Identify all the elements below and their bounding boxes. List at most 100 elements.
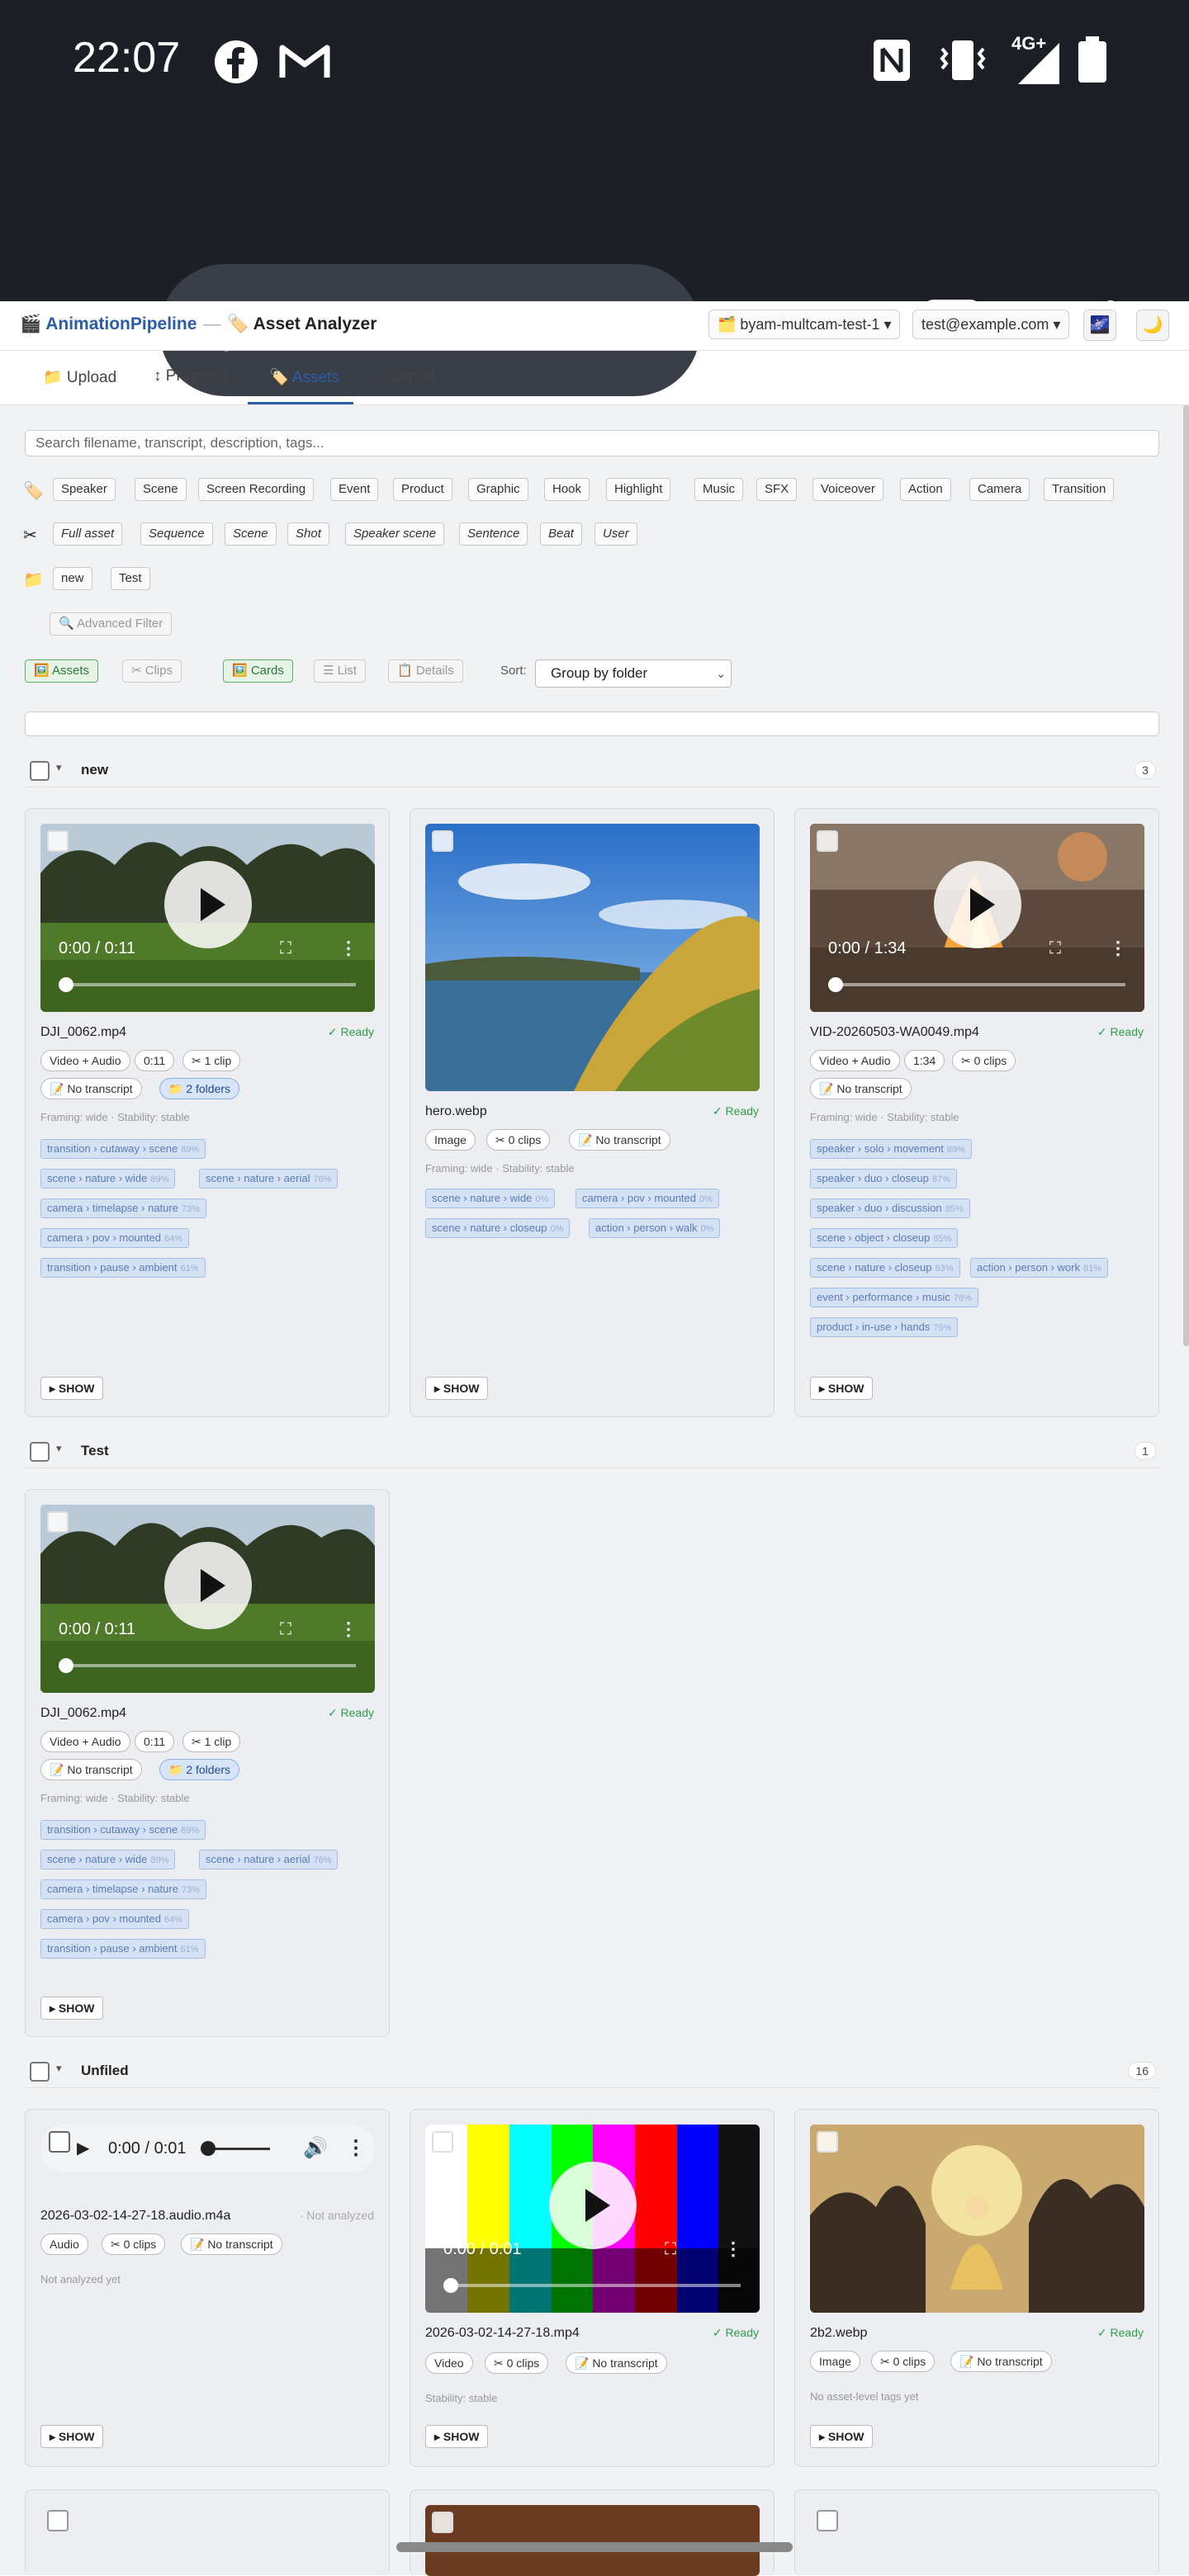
- app-brand[interactable]: 🎬 AnimationPipeline — 🏷️ Asset Analyzer: [20, 314, 377, 334]
- select-checkbox[interactable]: [817, 830, 838, 852]
- transcript-chip[interactable]: 📝 No transcript: [950, 2351, 1052, 2372]
- clips-chip[interactable]: ✂ 0 clips: [486, 1129, 551, 1151]
- filter-chip[interactable]: Scene: [135, 478, 187, 501]
- dark-mode-button[interactable]: 🌙: [1136, 310, 1169, 341]
- asset-card[interactable]: 0:00 / 1:34 ⛶ ⋮ VID-20260503-WA0049.mp4 …: [794, 808, 1159, 1417]
- tab-upload[interactable]: 📁 Upload: [43, 367, 116, 387]
- show-details-button[interactable]: ▸ SHOW: [425, 1377, 489, 1400]
- filter-chip[interactable]: SFX: [756, 478, 798, 501]
- ai-tag[interactable]: transition › cutaway › scene 89%: [40, 1820, 206, 1840]
- asset-card[interactable]: [410, 2489, 775, 2576]
- scope-chip[interactable]: Sentence: [459, 522, 528, 546]
- asset-card[interactable]: 0:00 / 0:11 ⛶ ⋮ DJI_0062.mp4 ✓ Ready Vid…: [25, 808, 390, 1417]
- audio-play-icon[interactable]: ▶: [77, 2138, 89, 2158]
- select-checkbox[interactable]: [49, 2131, 70, 2153]
- transcript-chip[interactable]: 📝 No transcript: [810, 1078, 912, 1099]
- tab-assets[interactable]: 🏷️ Assets: [269, 367, 339, 387]
- user-select[interactable]: test@example.com ▾: [912, 310, 1070, 339]
- progress-track[interactable]: [59, 1664, 356, 1667]
- tab-progress[interactable]: ↕ Progress: [154, 367, 229, 385]
- filter-chip[interactable]: Hook: [544, 478, 590, 501]
- ai-tag[interactable]: scene › nature › closeup 83%: [810, 1258, 960, 1278]
- show-details-button[interactable]: ▸ SHOW: [810, 2425, 874, 2448]
- ai-tag[interactable]: event › performance › music 78%: [810, 1288, 978, 1307]
- filter-chip[interactable]: Music: [694, 478, 744, 501]
- ai-tag[interactable]: speaker › solo › movement 89%: [810, 1139, 972, 1159]
- ai-tag[interactable]: scene › nature › wide 89%: [40, 1169, 176, 1189]
- scope-chip[interactable]: Sequence: [140, 522, 213, 546]
- filter-chip[interactable]: Product: [393, 478, 452, 501]
- clips-chip[interactable]: ✂ 0 clips: [952, 1050, 1016, 1071]
- video-more-icon[interactable]: ⋮: [339, 1619, 358, 1640]
- project-select[interactable]: 🗂️ byam-multcam-test-1 ▾: [708, 310, 901, 339]
- tab-export[interactable]: ↓ Export: [378, 367, 436, 385]
- progress-knob[interactable]: [59, 977, 73, 992]
- transcript-chip[interactable]: 📝 No transcript: [40, 1759, 142, 1780]
- asset-card[interactable]: [794, 2489, 1159, 2575]
- advanced-filter-button[interactable]: 🔍 Advanced Filter: [50, 612, 173, 636]
- audio-progress-knob[interactable]: [201, 2141, 216, 2156]
- video-player[interactable]: 0:00 / 0:11 ⛶ ⋮: [40, 1505, 375, 1693]
- folder-chip[interactable]: new: [53, 567, 92, 590]
- group-checkbox[interactable]: [30, 2062, 50, 2082]
- select-checkbox[interactable]: [47, 2510, 69, 2531]
- show-details-button[interactable]: ▸ SHOW: [425, 2425, 489, 2448]
- volume-icon[interactable]: 🔊: [303, 2136, 328, 2160]
- filter-chip[interactable]: Camera: [969, 478, 1030, 501]
- ai-tag[interactable]: transition › pause › ambient 61%: [40, 1939, 206, 1959]
- ai-tag[interactable]: scene › nature › closeup 0%: [425, 1218, 571, 1238]
- asset-card[interactable]: hero.webp ✓ Ready Image ✂ 0 clips 📝 No t…: [410, 808, 775, 1417]
- select-checkbox[interactable]: [432, 830, 453, 852]
- progress-knob[interactable]: [828, 977, 843, 992]
- clips-chip[interactable]: ✂ 1 clip: [182, 1050, 241, 1071]
- collapse-caret-icon[interactable]: ▾: [56, 761, 62, 774]
- group-checkbox[interactable]: [30, 1442, 50, 1462]
- list-view-button[interactable]: ☰ List: [314, 659, 366, 683]
- filter-chip[interactable]: Speaker: [53, 478, 116, 501]
- ai-tag[interactable]: action › person › work 81%: [970, 1258, 1109, 1278]
- fullscreen-icon[interactable]: ⛶: [280, 1620, 291, 1639]
- progress-track[interactable]: [443, 2284, 741, 2287]
- ai-tag[interactable]: scene › nature › wide 0%: [425, 1189, 556, 1208]
- play-button[interactable]: [164, 1542, 252, 1629]
- asset-card[interactable]: ▶ 0:00 / 0:01 🔊 ⋮ 2026-03-02-14-27-18.au…: [25, 2109, 390, 2467]
- asset-card[interactable]: 2b2.webp ✓ Ready Image ✂ 0 clips 📝 No tr…: [794, 2109, 1159, 2467]
- select-checkbox[interactable]: [432, 2131, 453, 2153]
- image-preview[interactable]: [425, 824, 760, 1091]
- ai-tag[interactable]: scene › object › closeup 85%: [810, 1228, 959, 1248]
- ai-tag[interactable]: product › in-use › hands 75%: [810, 1317, 959, 1337]
- filter-chip[interactable]: Event: [330, 478, 379, 501]
- show-details-button[interactable]: ▸ SHOW: [810, 1377, 874, 1400]
- scope-chip[interactable]: Full asset: [53, 522, 123, 546]
- video-more-icon[interactable]: ⋮: [724, 2238, 742, 2260]
- folders-chip[interactable]: 📁 2 folders: [159, 1078, 240, 1099]
- video-player[interactable]: 0:00 / 0:11 ⛶ ⋮: [40, 824, 375, 1012]
- folders-chip[interactable]: 📁 2 folders: [159, 1759, 240, 1780]
- transcript-chip[interactable]: 📝 No transcript: [181, 2233, 282, 2255]
- ai-tag[interactable]: camera › timelapse › nature 73%: [40, 1879, 206, 1899]
- filter-chip[interactable]: Graphic: [468, 478, 528, 501]
- scope-chip[interactable]: Beat: [540, 522, 582, 546]
- audio-player[interactable]: ▶ 0:00 / 0:01 🔊 ⋮: [40, 2125, 375, 2172]
- ai-tag[interactable]: scene › nature › aerial 76%: [199, 1169, 339, 1189]
- ai-tag[interactable]: camera › pov › mounted 64%: [40, 1909, 190, 1929]
- fullscreen-icon[interactable]: ⛶: [665, 2240, 676, 2259]
- video-player[interactable]: 0:00 / 1:34 ⛶ ⋮: [810, 824, 1144, 1012]
- ai-tag[interactable]: action › person › walk 0%: [589, 1218, 721, 1238]
- filter-chip[interactable]: Transition: [1044, 478, 1115, 501]
- ai-tag[interactable]: speaker › duo › closeup 87%: [810, 1169, 957, 1189]
- show-details-button[interactable]: ▸ SHOW: [40, 2425, 104, 2448]
- cards-view-button[interactable]: 🖼️ Cards: [223, 659, 293, 683]
- select-checkbox[interactable]: [817, 2510, 838, 2531]
- show-details-button[interactable]: ▸ SHOW: [40, 1997, 104, 2020]
- search-input[interactable]: Search filename, transcript, description…: [25, 430, 1159, 456]
- video-more-icon[interactable]: ⋮: [1109, 938, 1127, 959]
- ai-tag[interactable]: camera › pov › mounted 0%: [576, 1189, 719, 1208]
- clips-chip[interactable]: ✂ 0 clips: [485, 2352, 549, 2374]
- folder-chip[interactable]: Test: [111, 567, 150, 590]
- video-player[interactable]: 0:00 / 0:01 ⛶ ⋮: [425, 2125, 760, 2313]
- galaxy-theme-button[interactable]: 🌌: [1083, 310, 1116, 341]
- scope-chip[interactable]: User: [594, 522, 637, 546]
- image-preview[interactable]: [810, 2125, 1144, 2313]
- filter-chip[interactable]: Voiceover: [812, 478, 883, 501]
